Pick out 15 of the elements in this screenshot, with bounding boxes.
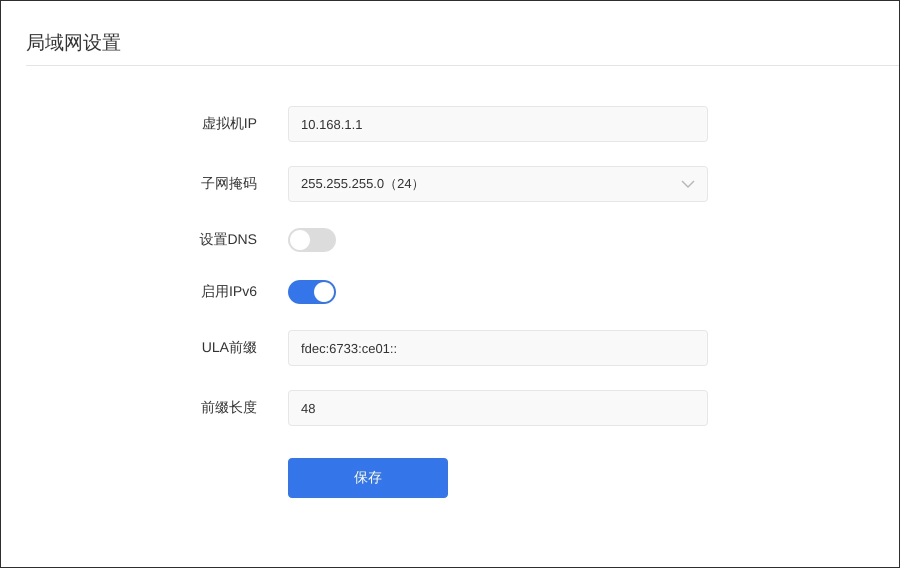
save-button[interactable]: 保存	[288, 458, 448, 498]
field-label: 设置DNS	[199, 231, 257, 249]
field-label: 启用IPv6	[200, 283, 257, 301]
field-label: ULA前缀	[202, 339, 257, 357]
input-field[interactable]: fdec:6733:ce01::	[288, 330, 708, 366]
field-label: 子网掩码	[201, 175, 257, 193]
toggle-switch[interactable]	[288, 280, 336, 304]
field-label: 虚拟机IP	[202, 115, 257, 133]
select-field[interactable]: 255.255.255.0（24）	[288, 166, 708, 202]
page-title: 局域网设置	[26, 32, 121, 56]
chevron-down-icon	[681, 180, 695, 188]
input-field[interactable]: 10.168.1.1	[288, 106, 708, 142]
field-label: 前缀长度	[201, 399, 257, 417]
input-field[interactable]: 48	[288, 390, 708, 426]
toggle-switch[interactable]	[288, 228, 336, 252]
